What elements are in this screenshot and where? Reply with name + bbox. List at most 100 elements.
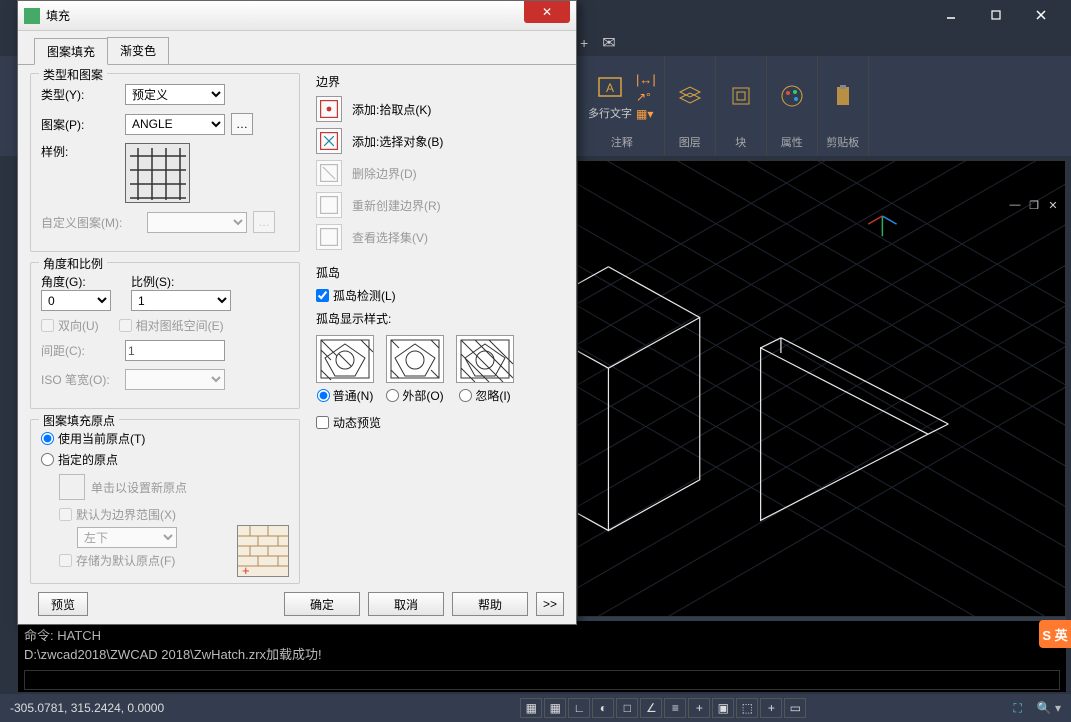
osnap-toggle-icon[interactable]: □ xyxy=(616,698,638,718)
mtext-icon[interactable]: A xyxy=(593,71,627,105)
dialog-title: 填充 xyxy=(46,7,524,24)
cancel-button[interactable]: 取消 xyxy=(368,592,444,616)
select-objects-icon xyxy=(316,128,342,154)
dialog-titlebar[interactable]: 填充 ✕ xyxy=(18,1,576,31)
angle-select[interactable]: 0 xyxy=(41,290,111,311)
ribbon-group-annotate: A 多行文字 |↔| ↗° ▦▾ 注释 xyxy=(580,56,665,156)
close-button[interactable] xyxy=(1018,1,1063,29)
doc-window-controls: — ❐ ✕ xyxy=(1007,198,1061,212)
table-icon[interactable]: ▦▾ xyxy=(636,107,656,121)
dialog-footer: 预览 确定 取消 帮助 >> xyxy=(30,592,564,616)
specified-origin-radio[interactable]: 指定的原点 xyxy=(41,451,289,468)
preview-button[interactable]: 预览 xyxy=(38,592,88,616)
model-toggle-icon[interactable]: ▭ xyxy=(784,698,806,718)
remove-boundary-icon xyxy=(316,160,342,186)
ortho-toggle-icon[interactable]: ∟ xyxy=(568,698,590,718)
doc-close-icon[interactable]: ✕ xyxy=(1045,198,1061,212)
ribbon-group-clipboard: 剪贴板 xyxy=(818,56,869,156)
default-bound-checkbox: 默认为边界范围(X) xyxy=(59,506,289,523)
group-origin-title: 图案填充原点 xyxy=(39,412,119,429)
island-detect-checkbox[interactable]: 孤岛检测(L) xyxy=(316,287,564,304)
spacing-label: 间距(C): xyxy=(41,342,119,359)
island-normal-preview[interactable] xyxy=(316,335,374,383)
add-select-button[interactable]: 添加:选择对象(B) xyxy=(316,128,564,154)
ribbon-props-label: 属性 xyxy=(781,132,803,152)
block-icon[interactable] xyxy=(724,79,758,113)
type-select[interactable]: 预定义 xyxy=(125,84,225,105)
type-label: 类型(Y): xyxy=(41,86,119,103)
island-style-label: 孤岛显示样式: xyxy=(316,310,564,327)
scale-select[interactable]: 1 xyxy=(131,290,231,311)
custom-pattern-select xyxy=(147,212,247,233)
group-type-pattern: 类型和图案 类型(Y): 预定义 图案(P): ANGLE … 样例: xyxy=(30,73,300,252)
cmd-history-2: D:\zwcad2018\ZWCAD 2018\ZwHatch.zrx加载成功! xyxy=(24,644,1060,663)
coordinates-readout: -305.0781, 315.2424, 0.0000 xyxy=(10,701,320,715)
otrack-toggle-icon[interactable]: ∠ xyxy=(640,698,662,718)
expand-button[interactable]: >> xyxy=(536,592,564,616)
layer-icon[interactable] xyxy=(673,79,707,113)
boundary-section-label: 边界 xyxy=(316,73,564,90)
group-type-pattern-title: 类型和图案 xyxy=(39,66,107,83)
plus-toggle-icon[interactable]: + xyxy=(760,698,782,718)
bidir-checkbox: 双向(U) xyxy=(41,317,99,334)
group-angle-scale: 角度和比例 角度(G): 0 比例(S): 1 双向(U) 相对图纸空间(E) xyxy=(30,262,300,409)
island-normal-radio[interactable]: 普通(N) xyxy=(317,387,374,404)
ok-button[interactable]: 确定 xyxy=(284,592,360,616)
island-ignore-preview[interactable] xyxy=(456,335,514,383)
leader-icon[interactable]: ↗° xyxy=(636,90,656,104)
island-outer-radio[interactable]: 外部(O) xyxy=(386,387,443,404)
iso-toggle-icon[interactable]: ⬚ xyxy=(736,698,758,718)
ime-indicator[interactable]: S 英 xyxy=(1039,620,1071,648)
island-ignore-radio[interactable]: 忽略(I) xyxy=(459,387,510,404)
view-selection-button: 查看选择集(V) xyxy=(316,224,564,250)
clipboard-icon[interactable] xyxy=(826,79,860,113)
add-pickpoint-button[interactable]: 添加:拾取点(K) xyxy=(316,96,564,122)
dyn-preview-checkbox[interactable]: 动态预览 xyxy=(316,414,564,431)
group-angle-title: 角度和比例 xyxy=(39,255,107,272)
tab-pattern-fill[interactable]: 图案填充 xyxy=(34,38,108,65)
pattern-label: 图案(P): xyxy=(41,116,119,133)
recreate-boundary-icon xyxy=(316,192,342,218)
dialog-tabs: 图案填充 渐变色 xyxy=(18,31,576,65)
use-current-origin-radio[interactable]: 使用当前原点(T) xyxy=(41,430,289,447)
pattern-swatch[interactable] xyxy=(125,143,190,203)
polar-toggle-icon[interactable]: ◐ xyxy=(592,698,614,718)
tab-gradient[interactable]: 渐变色 xyxy=(107,37,169,64)
custom-pattern-label: 自定义图案(M): xyxy=(41,214,141,231)
status-bar: -305.0781, 315.2424, 0.0000 ▦ ▦ ∟ ◐ □ ∠ … xyxy=(0,694,1071,722)
dialog-close-button[interactable]: ✕ xyxy=(524,1,570,23)
cycle-toggle-icon[interactable]: ▣ xyxy=(712,698,734,718)
mtext-label: 多行文字 xyxy=(588,105,632,121)
ribbon-layer-label: 图层 xyxy=(679,132,701,152)
doc-minimize-icon[interactable]: — xyxy=(1007,198,1023,212)
fullscreen-icon[interactable]: ⛶ xyxy=(1007,698,1029,718)
grid-toggle-icon[interactable]: ▦ xyxy=(520,698,542,718)
cmd-history-1: 命令: HATCH xyxy=(24,625,1060,644)
maximize-button[interactable] xyxy=(973,1,1018,29)
drawing-canvas[interactable] xyxy=(577,160,1066,617)
group-origin: 图案填充原点 使用当前原点(T) 指定的原点 单击以设置新原点 默认为边界范围(… xyxy=(30,419,300,584)
dyn-toggle-icon[interactable]: + xyxy=(688,698,710,718)
doc-restore-icon[interactable]: ❐ xyxy=(1026,198,1042,212)
palette-icon[interactable] xyxy=(775,79,809,113)
view-selection-icon xyxy=(316,224,342,250)
ribbon-group-block: 块 xyxy=(716,56,767,156)
snap-toggle-icon[interactable]: ▦ xyxy=(544,698,566,718)
minimize-button[interactable] xyxy=(928,1,973,29)
custom-pattern-browse-button: … xyxy=(253,211,275,233)
origin-preview-swatch: + xyxy=(237,525,289,577)
pattern-select[interactable]: ANGLE xyxy=(125,114,225,135)
help-button[interactable]: 帮助 xyxy=(452,592,528,616)
pattern-browse-button[interactable]: … xyxy=(231,113,253,135)
ribbon-group-props: 属性 xyxy=(767,56,818,156)
scale-label: 比例(S): xyxy=(131,273,231,290)
iso-select xyxy=(125,369,225,390)
spacing-input xyxy=(125,340,225,361)
command-input[interactable] xyxy=(24,670,1060,690)
island-outer-preview[interactable] xyxy=(386,335,444,383)
dim-icon[interactable]: |↔| xyxy=(636,72,656,87)
lwt-toggle-icon[interactable]: ≡ xyxy=(664,698,686,718)
plus-icon[interactable]: + xyxy=(580,35,588,51)
mail-icon[interactable]: ✉ xyxy=(602,33,615,53)
annoscale-icon[interactable]: 🔍 ▾ xyxy=(1037,701,1061,715)
